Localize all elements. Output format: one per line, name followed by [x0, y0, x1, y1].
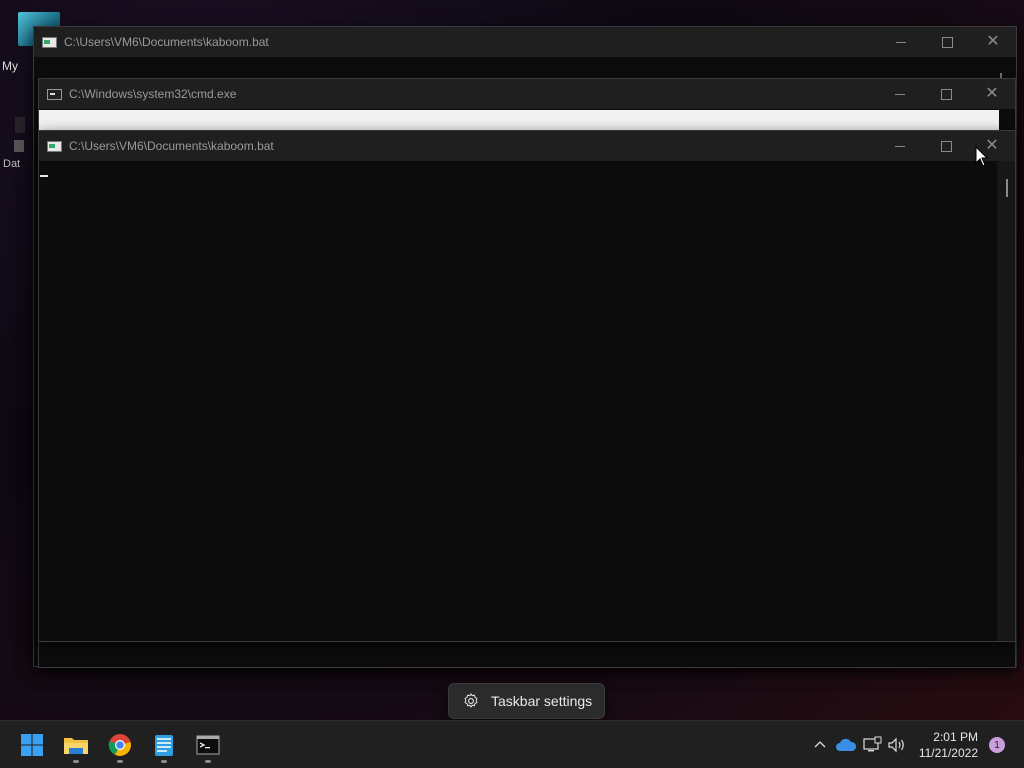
- chevron-up-icon[interactable]: [810, 735, 830, 755]
- running-indicator: [73, 760, 79, 763]
- console-output[interactable]: [39, 161, 997, 641]
- console-content-area[interactable]: [39, 110, 999, 131]
- scrollbar-thumb[interactable]: [1006, 179, 1008, 197]
- close-icon: ✕: [986, 33, 1000, 50]
- maximize-button[interactable]: [923, 79, 969, 109]
- running-indicator: [205, 760, 211, 763]
- window-title: C:\Users\VM6\Documents\kaboom.bat: [64, 35, 269, 49]
- windows-logo-icon: [21, 734, 43, 756]
- cmd-icon: [47, 88, 62, 100]
- text-cursor: [40, 175, 48, 177]
- taskbar-settings-label: Taskbar settings: [491, 693, 593, 709]
- taskbar-notepad[interactable]: [144, 725, 184, 765]
- running-indicator: [161, 760, 167, 763]
- network-button[interactable]: [862, 721, 882, 768]
- maximize-button[interactable]: [924, 27, 970, 57]
- maximize-button[interactable]: [923, 131, 969, 161]
- desktop-icon-data[interactable]: [14, 140, 24, 152]
- minimize-button[interactable]: [877, 131, 923, 161]
- batch-file-icon: [47, 140, 62, 152]
- chrome-icon: [108, 734, 131, 756]
- running-indicator: [117, 760, 123, 763]
- desktop-icon-label: Dat: [3, 158, 21, 170]
- speaker-icon: [888, 737, 904, 753]
- onedrive-button[interactable]: [835, 721, 857, 768]
- notification-badge[interactable]: 1: [989, 737, 1005, 753]
- desktop-icon-shadow: [15, 117, 25, 133]
- taskbar: 2:01 PM 11/21/2022 1: [0, 720, 1024, 768]
- taskbar-file-explorer[interactable]: [56, 725, 96, 765]
- console-window-front[interactable]: C:\Users\VM6\Documents\kaboom.bat ✕: [38, 130, 1016, 642]
- folder-icon: [64, 738, 88, 754]
- close-icon: ✕: [985, 85, 999, 102]
- close-button[interactable]: ✕: [969, 79, 1015, 109]
- system-tray: [810, 721, 830, 768]
- window-title: C:\Users\VM6\Documents\kaboom.bat: [69, 139, 274, 153]
- volume-button[interactable]: [887, 721, 907, 768]
- window-titlebar[interactable]: C:\Users\VM6\Documents\kaboom.bat ✕: [39, 131, 1015, 161]
- clock-date: 11/21/2022: [918, 746, 978, 760]
- clock[interactable]: 2:01 PM 11/21/2022: [919, 729, 978, 761]
- minimize-button[interactable]: [878, 27, 924, 57]
- close-button[interactable]: ✕: [970, 27, 1016, 57]
- window-title: C:\Windows\system32\cmd.exe: [69, 87, 237, 101]
- terminal-icon: [196, 735, 220, 755]
- clock-time: 2:01 PM: [933, 730, 978, 744]
- taskbar-terminal[interactable]: [188, 725, 228, 765]
- taskbar-settings-menu-item[interactable]: Taskbar settings: [448, 683, 605, 719]
- start-button[interactable]: [12, 725, 52, 765]
- desktop-icon-label: My: [2, 59, 18, 73]
- vertical-scrollbar[interactable]: [997, 161, 1015, 641]
- mouse-pointer-icon: [975, 146, 989, 167]
- onedrive-cloud-icon: [836, 738, 857, 751]
- network-icon: [863, 736, 882, 752]
- notepad-icon: [155, 735, 173, 756]
- window-titlebar[interactable]: C:\Windows\system32\cmd.exe ✕: [39, 79, 1015, 109]
- minimize-button[interactable]: [877, 79, 923, 109]
- gear-icon: [464, 693, 478, 708]
- taskbar-chrome[interactable]: [100, 725, 140, 765]
- batch-file-icon: [42, 36, 57, 48]
- window-titlebar[interactable]: C:\Users\VM6\Documents\kaboom.bat ✕: [34, 27, 1016, 57]
